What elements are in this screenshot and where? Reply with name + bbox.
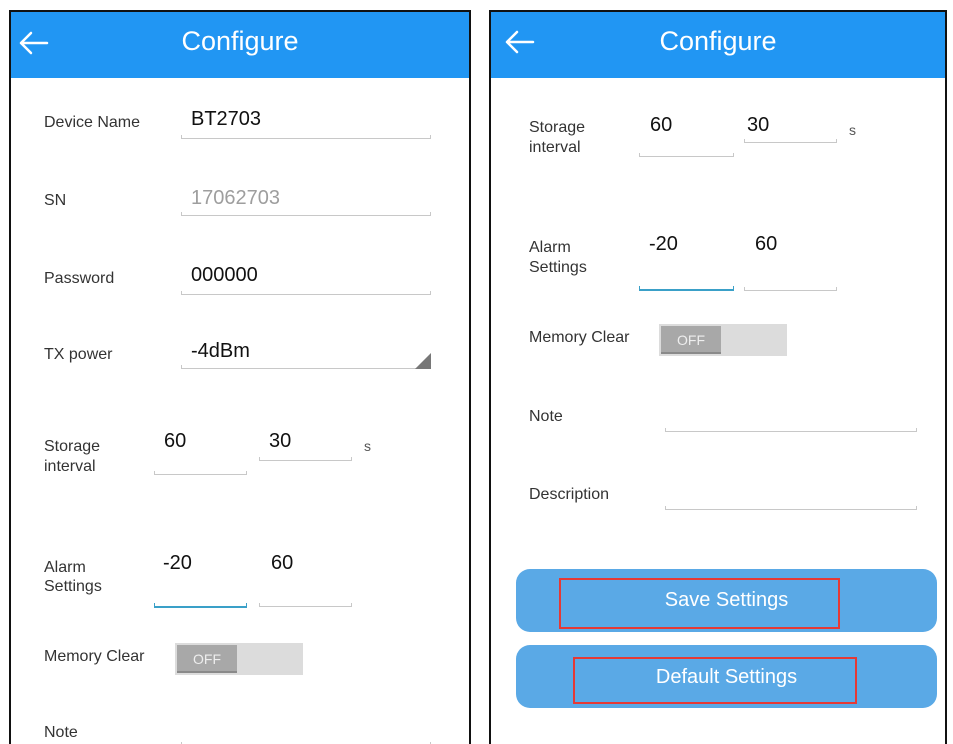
storage-unit: s — [364, 438, 371, 454]
sn-underline — [181, 212, 431, 216]
page-title: Configure — [659, 26, 777, 56]
save-settings-button[interactable]: Save Settings — [516, 569, 937, 632]
default-settings-button[interactable]: Default Settings — [516, 645, 937, 708]
toggle-knob: OFF — [661, 326, 721, 354]
storage-interval-label-2: interval — [44, 458, 96, 475]
memory-clear-label: Memory Clear — [529, 329, 630, 346]
storage-interval-label-1: Storage — [529, 119, 586, 136]
note-field[interactable] — [665, 428, 917, 432]
tx-power-label: TX power — [44, 346, 113, 363]
storage-unit: s — [849, 122, 856, 138]
memory-clear-toggle[interactable]: OFF — [659, 324, 787, 356]
page-title: Configure — [181, 26, 299, 56]
sn-label: SN — [44, 192, 67, 209]
default-settings-label: Default Settings — [655, 666, 798, 688]
storage-interval-label-1: Storage — [44, 438, 101, 455]
configure-screen-right: Configure Storage interval 60 30 s Alarm… — [489, 10, 947, 744]
storage-interval-seconds[interactable]: 30 — [269, 430, 291, 453]
dropdown-triangle-icon[interactable] — [415, 353, 431, 369]
alarm-low-field[interactable]: -20 — [649, 233, 678, 256]
alarm-settings-label-2: Settings — [44, 578, 102, 595]
storage-seconds-underline — [259, 457, 352, 461]
storage-minutes-underline — [154, 471, 247, 475]
alarm-low-field[interactable]: -20 — [163, 552, 192, 575]
alarm-high-underline — [259, 603, 352, 607]
note-label: Note — [529, 408, 563, 425]
app-bar: Configure — [491, 12, 945, 78]
storage-interval-minutes[interactable]: 60 — [164, 430, 186, 453]
storage-interval-label-2: interval — [529, 139, 581, 156]
app-bar: Configure — [11, 12, 469, 78]
storage-minutes-underline — [639, 153, 734, 157]
password-field[interactable]: 000000 — [191, 264, 258, 287]
storage-seconds-underline — [744, 139, 837, 143]
memory-clear-label: Memory Clear — [44, 648, 145, 665]
device-name-field[interactable]: BT2703 — [191, 108, 261, 131]
save-settings-label: Save Settings — [664, 589, 789, 611]
description-label: Description — [529, 486, 610, 503]
note-label: Note — [44, 724, 78, 741]
alarm-settings-label-2: Settings — [529, 259, 587, 276]
alarm-high-underline — [744, 287, 837, 291]
alarm-low-underline — [639, 286, 734, 291]
storage-interval-seconds[interactable]: 30 — [747, 114, 769, 137]
alarm-settings-label-1: Alarm — [529, 239, 571, 256]
device-name-underline — [181, 135, 431, 139]
sn-field: 17062703 — [191, 187, 280, 209]
storage-interval-minutes[interactable]: 60 — [650, 114, 672, 137]
device-name-label: Device Name — [44, 114, 141, 131]
password-underline — [181, 291, 431, 295]
alarm-low-underline — [154, 603, 247, 608]
alarm-high-field[interactable]: 60 — [271, 552, 293, 575]
tx-power-select[interactable]: -4dBm — [191, 340, 250, 363]
memory-clear-toggle[interactable]: OFF — [175, 643, 303, 675]
alarm-high-field[interactable]: 60 — [755, 233, 777, 256]
description-field[interactable] — [665, 506, 917, 510]
password-label: Password — [44, 270, 115, 287]
configure-screen-left: Configure Device Name BT2703 SN 17062703… — [9, 10, 471, 744]
toggle-knob: OFF — [177, 645, 237, 673]
tx-power-underline — [181, 365, 431, 369]
